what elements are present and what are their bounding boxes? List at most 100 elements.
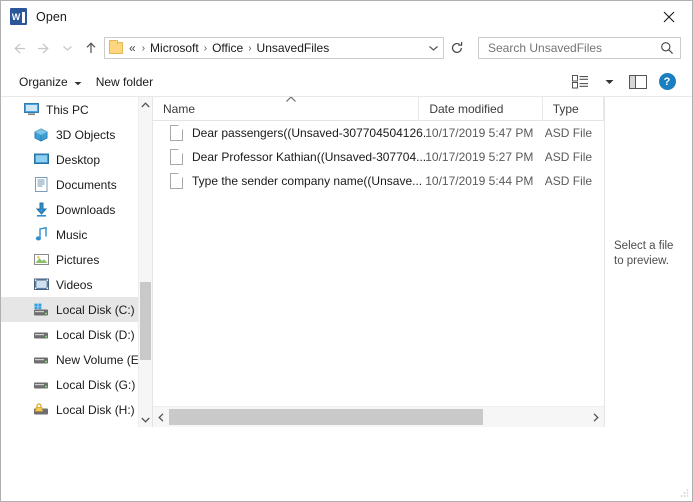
up-arrow-icon[interactable]: [79, 36, 103, 60]
organize-button[interactable]: Organize: [12, 70, 89, 94]
preview-pane: Select a file to preview.: [604, 97, 692, 427]
search-box[interactable]: [478, 37, 681, 59]
breadcrumb-item-microsoft[interactable]: Microsoft: [150, 41, 199, 55]
search-input[interactable]: [486, 40, 651, 56]
sidebar-item-videos[interactable]: Videos: [1, 272, 138, 297]
desktop-icon: [33, 152, 49, 168]
sidebar-item-local-disk-g[interactable]: Local Disk (G:): [1, 372, 138, 397]
file-icon: [170, 125, 183, 141]
file-list-horizontal-scrollbar[interactable]: [153, 406, 604, 427]
scrollbar-thumb[interactable]: [140, 282, 151, 360]
search-icon[interactable]: [660, 41, 674, 55]
navigation-pane-list: This PC 3D Objects: [1, 97, 138, 427]
file-icon: [170, 173, 183, 189]
sidebar-item-desktop[interactable]: Desktop: [1, 147, 138, 172]
address-dropdown-icon[interactable]: [423, 38, 443, 58]
help-icon[interactable]: ?: [654, 70, 680, 94]
file-date-modified: 10/17/2019 5:44 PM: [425, 174, 544, 188]
sidebar-item-this-pc[interactable]: This PC: [1, 97, 138, 122]
breadcrumb-separator: ›: [142, 43, 145, 54]
file-icon: [170, 149, 183, 165]
recent-locations-icon[interactable]: [55, 36, 79, 60]
sidebar-item-label: Documents: [56, 178, 117, 192]
breadcrumb-item-office[interactable]: Office: [212, 41, 243, 55]
column-header-type[interactable]: Type: [543, 97, 604, 121]
view-options-caret-icon[interactable]: [596, 70, 622, 94]
sidebar-item-label: Local Disk (G:): [56, 378, 135, 392]
view-options-icon[interactable]: [567, 70, 593, 94]
sidebar-item-label: This PC: [46, 103, 89, 117]
folder-icon: [109, 42, 123, 54]
sidebar-item-label: 3D Objects: [56, 128, 115, 142]
file-name: Dear passengers((Unsaved-307704504126...: [192, 126, 425, 140]
pictures-icon: [33, 252, 49, 268]
chevron-down-icon[interactable]: [139, 412, 152, 427]
drive-icon: [33, 352, 49, 368]
file-list-pane: Name Date modified Type Dear passengers(…: [153, 97, 604, 427]
sidebar-item-local-disk-d[interactable]: Local Disk (D:): [1, 322, 138, 347]
sidebar-item-3d-objects[interactable]: 3D Objects: [1, 122, 138, 147]
sidebar-item-label: Desktop: [56, 153, 100, 167]
chevron-right-icon[interactable]: [588, 407, 604, 428]
organize-label: Organize: [19, 75, 68, 89]
3d-objects-icon: [33, 127, 49, 143]
navigation-pane: This PC 3D Objects: [1, 97, 153, 427]
locked-drive-icon: [33, 402, 49, 418]
breadcrumb-separator: ›: [248, 43, 251, 54]
new-folder-button[interactable]: New folder: [89, 70, 160, 94]
drive-icon: [33, 377, 49, 393]
close-icon[interactable]: [646, 1, 692, 32]
sidebar-item-pictures[interactable]: Pictures: [1, 247, 138, 272]
new-folder-label: New folder: [96, 75, 153, 89]
refresh-icon[interactable]: [445, 37, 469, 59]
sidebar-item-music[interactable]: Music: [1, 222, 138, 247]
help-glyph: ?: [659, 73, 676, 90]
chevron-left-icon[interactable]: [153, 407, 169, 428]
scrollbar-thumb[interactable]: [169, 409, 483, 425]
open-file-dialog: Open: [0, 0, 693, 502]
sidebar-item-documents[interactable]: Documents: [1, 172, 138, 197]
scrollbar-track[interactable]: [169, 407, 588, 428]
sidebar-item-label: Downloads: [56, 203, 115, 217]
navigation-pane-scrollbar[interactable]: [138, 97, 152, 427]
column-header-name[interactable]: Name: [153, 97, 419, 121]
dialog-body: This PC 3D Objects: [1, 97, 692, 427]
breadcrumb-separator: ›: [204, 43, 207, 54]
file-list-header: Name Date modified Type: [153, 97, 604, 121]
table-row[interactable]: Dear Professor Kathian((Unsaved-307704..…: [153, 145, 604, 169]
column-header-date-modified[interactable]: Date modified: [419, 97, 542, 121]
sidebar-item-local-disk-h[interactable]: Local Disk (H:): [1, 397, 138, 422]
file-type: ASD File: [545, 126, 604, 140]
sidebar-item-local-disk-c[interactable]: Local Disk (C:): [1, 297, 138, 322]
forward-arrow-icon[interactable]: [31, 36, 55, 60]
drive-icon: [33, 327, 49, 343]
address-bar[interactable]: « › Microsoft › Office › UnsavedFiles: [104, 37, 444, 59]
preview-pane-icon[interactable]: [625, 70, 651, 94]
window-title: Open: [36, 10, 67, 24]
videos-icon: [33, 277, 49, 293]
title-bar: Open: [1, 1, 692, 32]
sidebar-item-label: Local Disk (D:): [56, 328, 135, 342]
back-arrow-icon[interactable]: [7, 36, 31, 60]
this-pc-icon: [23, 102, 39, 118]
table-row[interactable]: Type the sender company name((Unsave... …: [153, 169, 604, 193]
file-name: Type the sender company name((Unsave...: [192, 174, 425, 188]
sidebar-item-new-volume-e[interactable]: New Volume (E:): [1, 347, 138, 372]
breadcrumb-overflow[interactable]: «: [129, 41, 136, 55]
word-icon: [10, 8, 27, 25]
breadcrumb-item-unsavedfiles[interactable]: UnsavedFiles: [257, 41, 330, 55]
chevron-up-icon[interactable]: [139, 97, 152, 112]
chevron-down-icon: [74, 75, 82, 89]
column-header-label: Name: [163, 102, 195, 116]
file-date-modified: 10/17/2019 5:27 PM: [425, 150, 544, 164]
sidebar-item-downloads[interactable]: Downloads: [1, 197, 138, 222]
file-date-modified: 10/17/2019 5:47 PM: [425, 126, 544, 140]
column-header-label: Date modified: [429, 102, 503, 116]
table-row[interactable]: Dear passengers((Unsaved-307704504126...…: [153, 121, 604, 145]
resize-grip[interactable]: [679, 488, 689, 498]
sidebar-item-label: Videos: [56, 278, 92, 292]
sort-ascending-icon: [285, 97, 297, 106]
dialog-footer: File name: Unsaved Files (*.asd) Tools: [1, 427, 692, 501]
breadcrumb: « › Microsoft › Office › UnsavedFiles: [129, 41, 329, 55]
sidebar-item-label: Pictures: [56, 253, 99, 267]
